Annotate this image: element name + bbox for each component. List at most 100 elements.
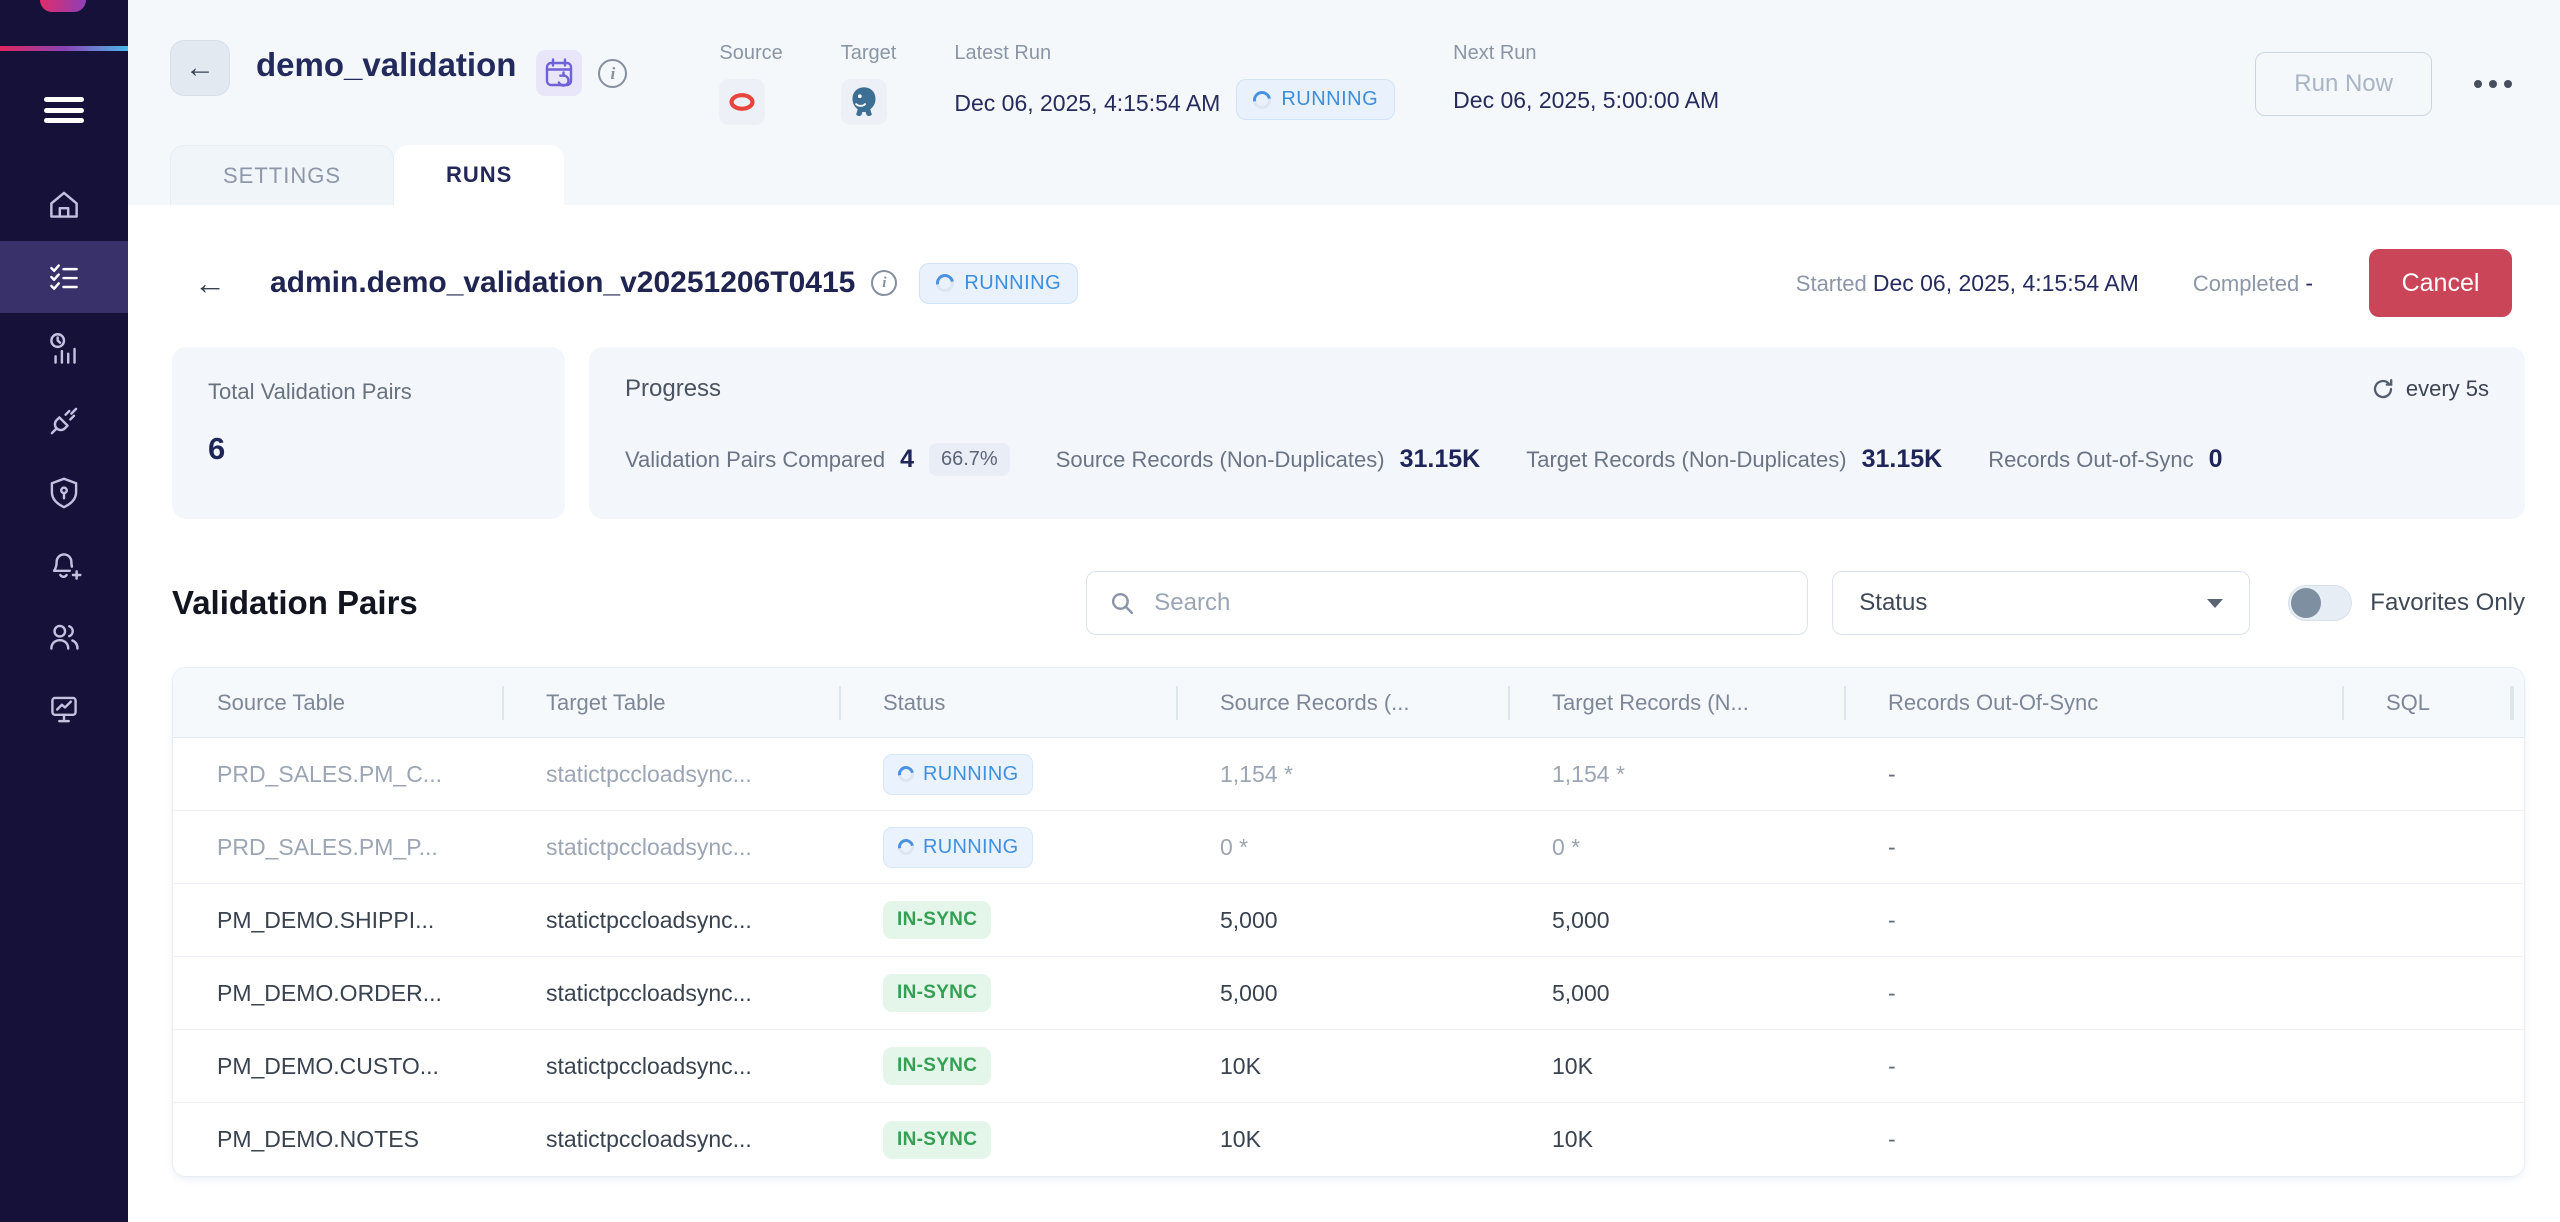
main-area: ← demo_validation i Source Target — [128, 0, 2560, 1222]
percent-badge: 66.7% — [929, 443, 1010, 476]
cancel-button[interactable]: Cancel — [2369, 249, 2512, 317]
status-badge: IN-SYNC — [883, 1047, 991, 1085]
shield-icon — [44, 473, 84, 513]
target-group: Target — [841, 42, 897, 125]
users-icon — [44, 617, 84, 657]
search-input[interactable] — [1154, 589, 1785, 617]
table-row[interactable]: PM_DEMO.ORDER... statictpccloadsync... I… — [173, 957, 2524, 1030]
status-badge: IN-SYNC — [883, 974, 991, 1012]
total-pairs-card: Total Validation Pairs 6 — [172, 347, 565, 519]
spinner-icon — [933, 270, 958, 295]
next-run-value: Dec 06, 2025, 5:00:00 AM — [1453, 87, 1719, 114]
col-out-of-sync[interactable]: Records Out-Of-Sync — [1844, 668, 2342, 738]
monitor-icon — [44, 689, 84, 729]
sidebar-accent-divider — [0, 46, 128, 51]
status-badge: RUNNING — [883, 754, 1033, 795]
metric-pairs-compared: Validation Pairs Compared 4 66.7% — [625, 443, 1010, 476]
total-pairs-label: Total Validation Pairs — [208, 379, 529, 405]
sidebar-item-home[interactable] — [0, 169, 128, 241]
table-body: PRD_SALES.PM_C... statictpccloadsync... … — [173, 738, 2524, 1176]
sidebar-item-users[interactable] — [0, 601, 128, 673]
back-button[interactable]: ← — [170, 40, 230, 96]
metric-source-records: Source Records (Non-Duplicates) 31.15K — [1056, 445, 1481, 474]
tab-settings[interactable]: SETTINGS — [170, 145, 394, 205]
header-meta: Source Target Latest Run Dec 06, 2025, 4… — [719, 42, 1719, 125]
source-group: Source — [719, 42, 782, 125]
status-badge: IN-SYNC — [883, 901, 991, 939]
col-target-table[interactable]: Target Table — [502, 668, 839, 738]
schedule-calendar-icon[interactable] — [536, 50, 582, 96]
next-run-group: Next Run Dec 06, 2025, 5:00:00 AM — [1453, 42, 1719, 125]
run-info-icon[interactable]: i — [871, 270, 897, 296]
run-now-button[interactable]: Run Now — [2255, 52, 2432, 116]
run-title: admin.demo_validation_v20251206T0415 — [270, 266, 855, 300]
progress-card: Progress every 5s Validation Pairs Compa… — [589, 347, 2525, 519]
sidebar-nav — [0, 169, 128, 745]
target-label: Target — [841, 42, 897, 65]
tab-bar: SETTINGS RUNS — [170, 145, 2560, 205]
search-input-wrapper — [1086, 571, 1808, 635]
col-source-records[interactable]: Source Records (... — [1176, 668, 1508, 738]
content-panel: ← admin.demo_validation_v20251206T0415 i… — [128, 205, 2560, 1222]
status-badge: IN-SYNC — [883, 1121, 991, 1159]
home-icon — [44, 185, 84, 225]
table-row[interactable]: PM_DEMO.SHIPPI... statictpccloadsync... … — [173, 884, 2524, 957]
run-status-badge: RUNNING — [919, 263, 1078, 304]
table-row[interactable]: PRD_SALES.PM_P... statictpccloadsync... … — [173, 811, 2524, 884]
sidebar-item-validations[interactable] — [0, 241, 128, 313]
latest-run-group: Latest Run Dec 06, 2025, 4:15:54 AM RUNN… — [954, 42, 1395, 125]
metric-target-records: Target Records (Non-Duplicates) 31.15K — [1526, 445, 1942, 474]
sidebar-item-alerts[interactable] — [0, 529, 128, 601]
next-run-label: Next Run — [1453, 42, 1719, 65]
col-source-table[interactable]: Source Table — [173, 668, 502, 738]
table-row[interactable]: PRD_SALES.PM_C... statictpccloadsync... … — [173, 738, 2524, 811]
metric-out-of-sync: Records Out-of-Sync 0 — [1988, 445, 2222, 474]
pairs-title: Validation Pairs — [172, 584, 418, 622]
source-label: Source — [719, 42, 782, 65]
sidebar-item-connections[interactable] — [0, 385, 128, 457]
refresh-interval: every 5s — [2370, 376, 2489, 402]
sidebar-item-monitoring[interactable] — [0, 673, 128, 745]
postgresql-icon — [841, 79, 887, 125]
table-row[interactable]: PM_DEMO.NOTES statictpccloadsync... IN-S… — [173, 1103, 2524, 1176]
col-sql[interactable]: SQL — [2342, 668, 2512, 738]
search-icon — [1109, 590, 1136, 617]
validation-pairs-table: Source Table Target Table Status Source … — [172, 667, 2525, 1177]
stats-row: Total Validation Pairs 6 Progress every … — [128, 347, 2560, 519]
run-header: ← admin.demo_validation_v20251206T0415 i… — [128, 205, 2560, 317]
run-back-arrow-icon[interactable]: ← — [194, 265, 226, 302]
brand-logo — [40, 0, 86, 12]
started-info: Started Dec 06, 2025, 4:15:54 AM — [1796, 270, 2139, 297]
page-title: demo_validation — [256, 46, 516, 84]
hamburger-icon[interactable] — [44, 97, 84, 123]
spinner-icon — [1250, 87, 1275, 112]
status-filter-select[interactable]: Status — [1832, 571, 2250, 635]
completed-info: Completed - — [2193, 270, 2313, 297]
refresh-icon — [2370, 376, 2396, 402]
col-extra — [2512, 668, 2525, 738]
favorites-label: Favorites Only — [2370, 589, 2525, 617]
oracle-icon — [719, 79, 765, 125]
latest-run-value: Dec 06, 2025, 4:15:54 AM — [954, 90, 1220, 117]
col-status[interactable]: Status — [839, 668, 1176, 738]
spinner-icon — [895, 763, 917, 785]
total-pairs-value: 6 — [208, 431, 529, 467]
tab-runs[interactable]: RUNS — [394, 145, 564, 205]
latest-run-label: Latest Run — [954, 42, 1395, 65]
table-header-row: Source Table Target Table Status Source … — [173, 668, 2524, 738]
page-header: ← demo_validation i Source Target — [128, 0, 2560, 145]
more-options-icon[interactable] — [2474, 80, 2512, 88]
sidebar-item-security[interactable] — [0, 457, 128, 529]
col-target-records[interactable]: Target Records (N... — [1508, 668, 1844, 738]
spinner-icon — [895, 836, 917, 858]
favorites-toggle[interactable] — [2288, 585, 2352, 621]
sidebar-item-metrics[interactable] — [0, 313, 128, 385]
table-row[interactable]: PM_DEMO.CUSTO... statictpccloadsync... I… — [173, 1030, 2524, 1103]
info-icon[interactable]: i — [598, 59, 627, 88]
progress-label: Progress — [625, 375, 721, 403]
sidebar — [0, 0, 128, 1222]
bell-plus-icon — [44, 545, 84, 585]
checklist-icon — [44, 257, 84, 297]
status-badge: RUNNING — [883, 827, 1033, 868]
plug-icon — [44, 401, 84, 441]
